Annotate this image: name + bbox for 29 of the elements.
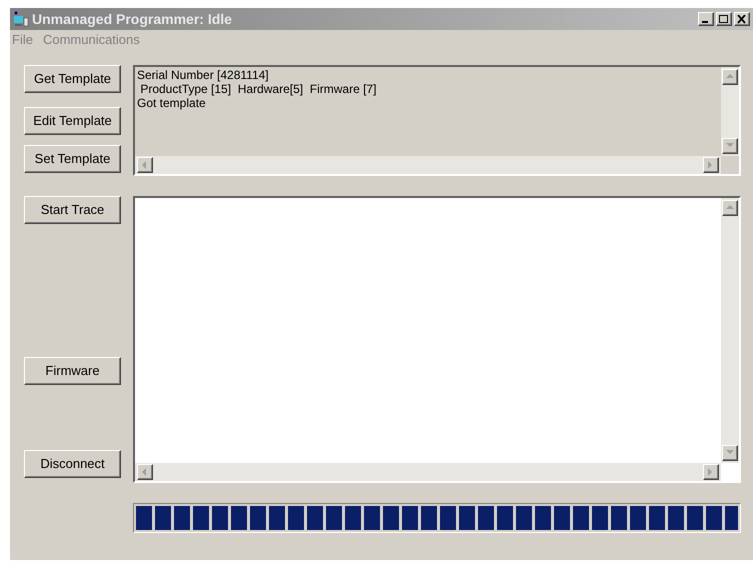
close-icon xyxy=(737,14,747,24)
scroll-right-button[interactable] xyxy=(703,157,719,173)
scroll-down-button[interactable] xyxy=(722,445,738,461)
horizontal-scrollbar[interactable] xyxy=(135,463,721,481)
scroll-right-button[interactable] xyxy=(703,464,719,480)
close-button[interactable] xyxy=(734,12,750,26)
window-title: Unmanaged Programmer: Idle xyxy=(32,10,232,29)
command-button[interactable]: Get Template xyxy=(24,65,121,93)
scroll-left-button[interactable] xyxy=(137,464,153,480)
scroll-left-button[interactable] xyxy=(137,157,153,173)
maximize-button[interactable] xyxy=(716,12,732,26)
computer-icon xyxy=(13,11,29,27)
horizontal-scrollbar[interactable] xyxy=(135,156,721,174)
command-button[interactable]: Set Template xyxy=(24,145,121,173)
vertical-scrollbar[interactable] xyxy=(721,67,739,156)
log-line: ProductType [15] Hardware[5] Firmware [7] xyxy=(139,82,378,96)
command-button[interactable]: Edit Template xyxy=(24,107,121,135)
vertical-scrollbar[interactable] xyxy=(721,198,739,463)
log-line: Serial Number [4281114] xyxy=(137,68,270,82)
command-button[interactable]: Firmware xyxy=(24,357,121,385)
command-button[interactable]: Disconnect xyxy=(24,450,121,478)
maximize-icon xyxy=(719,14,729,24)
scroll-up-button[interactable] xyxy=(722,200,738,216)
minimize-icon xyxy=(702,20,708,22)
scroll-down-button[interactable] xyxy=(722,138,738,154)
minimize-button[interactable] xyxy=(698,12,714,26)
log-line: Got template xyxy=(137,96,207,110)
command-button[interactable]: Start Trace xyxy=(24,196,121,224)
scroll-up-button[interactable] xyxy=(722,69,738,85)
